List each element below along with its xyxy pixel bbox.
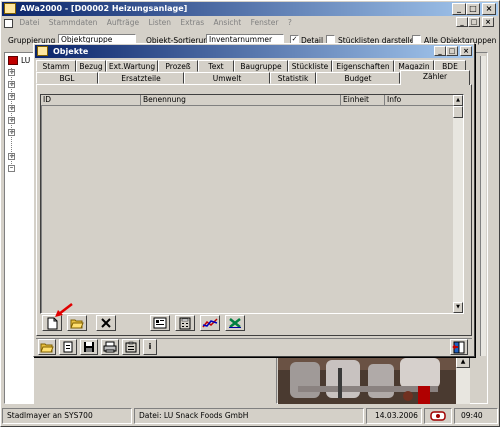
tab-stamm[interactable]: Stamm bbox=[36, 60, 76, 72]
excel-export-icon bbox=[229, 318, 241, 328]
app-icon bbox=[4, 3, 16, 14]
info-button[interactable]: i bbox=[143, 339, 157, 355]
tab-budget[interactable]: Budget bbox=[316, 72, 400, 84]
table-header: ID Benennung Einheit Info bbox=[41, 95, 455, 106]
detail-scroll-up[interactable]: ▲ bbox=[456, 356, 470, 368]
tab-baugruppe[interactable]: Baugruppe bbox=[234, 60, 288, 72]
column-header-info[interactable]: Info bbox=[385, 95, 455, 106]
menu-help[interactable]: ? bbox=[288, 18, 292, 27]
tab-umwelt[interactable]: Umwelt bbox=[184, 72, 270, 84]
close-button[interactable]: × bbox=[482, 3, 496, 15]
menu-fenster[interactable]: Fenster bbox=[251, 18, 279, 27]
objekte-title: Objekte bbox=[53, 47, 89, 56]
machinery-photo bbox=[278, 356, 456, 404]
child-restore-button[interactable]: □ bbox=[468, 17, 480, 27]
main-titlebar: AWa2000 - [D00002 Heizungsanlage] bbox=[2, 2, 498, 16]
zaehler-table[interactable]: ID Benennung Einheit Info bbox=[40, 94, 464, 314]
tab-bgl[interactable]: BGL bbox=[36, 72, 98, 84]
open-folder-icon bbox=[40, 343, 54, 353]
bottom-doc-button[interactable] bbox=[59, 339, 77, 355]
column-header-benennung[interactable]: Benennung bbox=[141, 95, 341, 106]
objekte-minimize-button[interactable]: _ bbox=[434, 46, 446, 56]
objekte-titlebar: Objekte bbox=[35, 45, 473, 58]
table-scroll-thumb[interactable] bbox=[453, 106, 463, 118]
clipboard-button[interactable] bbox=[122, 339, 140, 355]
tree-root-icon bbox=[8, 56, 18, 65]
menu-doc-icon bbox=[4, 18, 13, 28]
menu-extras[interactable]: Extras bbox=[180, 18, 204, 27]
tab-zaehler[interactable]: Zähler bbox=[400, 70, 470, 85]
menu-datei[interactable]: Datei bbox=[19, 18, 39, 27]
tab-eigenschaften[interactable]: Eigenschaften bbox=[332, 60, 394, 72]
status-date: 14.03.2006 bbox=[366, 408, 422, 424]
red-arrow-icon bbox=[55, 303, 73, 317]
delete-icon bbox=[101, 318, 111, 328]
properties-button[interactable] bbox=[150, 315, 170, 331]
status-bar: Stadlmayer an SYS700 Datei: LU Snack Foo… bbox=[2, 408, 498, 425]
status-user: Stadlmayer an SYS700 bbox=[2, 408, 132, 424]
tab-statistik[interactable]: Statistik bbox=[270, 72, 316, 84]
floppy-disk-icon bbox=[84, 342, 94, 352]
menu-listen[interactable]: Listen bbox=[149, 18, 171, 27]
column-header-id[interactable]: ID bbox=[41, 95, 141, 106]
objekte-close-button[interactable]: × bbox=[460, 46, 472, 56]
status-file: Datei: LU Snack Foods GmbH bbox=[134, 408, 364, 424]
calculator-icon bbox=[179, 317, 191, 330]
status-icon-cell bbox=[424, 408, 452, 424]
table-scroll-up[interactable]: ▲ bbox=[453, 95, 463, 106]
info-icon: i bbox=[148, 342, 152, 351]
exit-button[interactable] bbox=[450, 339, 468, 355]
clipboard-icon bbox=[125, 341, 137, 353]
tab-ersatzteile[interactable]: Ersatzteile bbox=[98, 72, 184, 84]
tab-ext-wartung[interactable]: Ext.Wartung bbox=[106, 60, 158, 72]
column-header-einheit[interactable]: Einheit bbox=[341, 95, 385, 106]
objekte-icon bbox=[37, 46, 48, 56]
tab-stueckliste[interactable]: Stückliste bbox=[288, 60, 332, 72]
tree-root-label[interactable]: LU bbox=[21, 56, 30, 65]
exit-door-icon bbox=[452, 341, 465, 354]
tree-connector bbox=[11, 68, 12, 172]
menu-bar: Datei Stammdaten Aufträge Listen Extras … bbox=[4, 17, 494, 29]
network-icon bbox=[430, 411, 446, 421]
menu-stammdaten[interactable]: Stammdaten bbox=[49, 18, 98, 27]
minimize-button[interactable]: _ bbox=[452, 3, 466, 15]
delete-button[interactable] bbox=[96, 315, 116, 331]
properties-icon bbox=[153, 317, 167, 329]
menu-ansicht[interactable]: Ansicht bbox=[214, 18, 242, 27]
document-icon bbox=[63, 341, 73, 353]
print-button[interactable] bbox=[101, 339, 119, 355]
status-time: 09:40 bbox=[454, 408, 498, 424]
tree-collapser[interactable]: – bbox=[8, 164, 15, 172]
line-chart-icon bbox=[202, 318, 218, 328]
detail-scroll-track[interactable] bbox=[456, 368, 470, 404]
save-button[interactable] bbox=[80, 339, 98, 355]
child-minimize-button[interactable]: _ bbox=[456, 17, 468, 27]
tab-text[interactable]: Text bbox=[198, 60, 234, 72]
machinery-photo-drawing bbox=[278, 356, 456, 404]
calculator-button[interactable] bbox=[175, 315, 195, 331]
menu-auftraege[interactable]: Aufträge bbox=[107, 18, 139, 27]
table-scrollbar[interactable] bbox=[453, 95, 463, 313]
tab-prozess[interactable]: Prozeß bbox=[158, 60, 198, 72]
table-scroll-down[interactable]: ▼ bbox=[453, 302, 463, 313]
detail-pane-right-border bbox=[480, 56, 486, 356]
app-title: AWa2000 - [D00002 Heizungsanlage] bbox=[20, 4, 188, 13]
chart-button[interactable] bbox=[200, 315, 220, 331]
objekte-maximize-button[interactable]: □ bbox=[446, 46, 458, 56]
printer-icon bbox=[103, 341, 117, 353]
maximize-button[interactable]: □ bbox=[466, 3, 480, 15]
child-close-button[interactable]: × bbox=[482, 17, 494, 27]
bottom-open-button[interactable] bbox=[38, 339, 56, 355]
tab-bezug[interactable]: Bezug bbox=[76, 60, 106, 72]
excel-button[interactable] bbox=[225, 315, 245, 331]
red-arrow-annotation bbox=[52, 302, 74, 320]
